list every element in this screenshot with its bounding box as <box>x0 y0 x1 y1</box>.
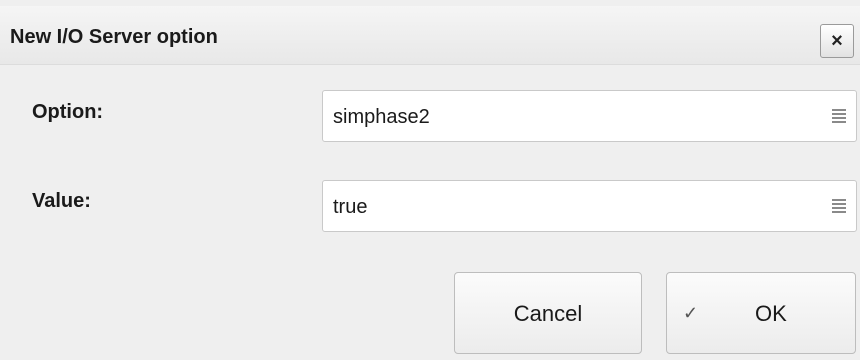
ok-button-label: OK <box>755 301 787 326</box>
close-button[interactable]: × <box>820 24 854 58</box>
dialog-titlebar: New I/O Server option × <box>0 6 860 65</box>
checkmark-icon: ✓ <box>683 303 699 323</box>
list-icon[interactable] <box>832 109 846 123</box>
value-label: Value: <box>32 190 91 212</box>
list-icon[interactable] <box>832 199 846 213</box>
option-label: Option: <box>32 101 104 123</box>
cancel-button-label: Cancel <box>513 301 583 326</box>
value-field-value: true <box>333 196 368 218</box>
option-field[interactable]: simphase2 <box>322 90 857 142</box>
new-io-server-option-dialog: New I/O Server option × Option: simphase… <box>0 0 860 360</box>
close-icon: × <box>831 29 843 52</box>
ok-button[interactable]: ✓ OK <box>666 272 856 354</box>
cancel-button[interactable]: Cancel <box>454 272 642 354</box>
dialog-title: New I/O Server option <box>10 26 218 48</box>
option-field-value: simphase2 <box>333 106 430 128</box>
value-field[interactable]: true <box>322 180 857 232</box>
